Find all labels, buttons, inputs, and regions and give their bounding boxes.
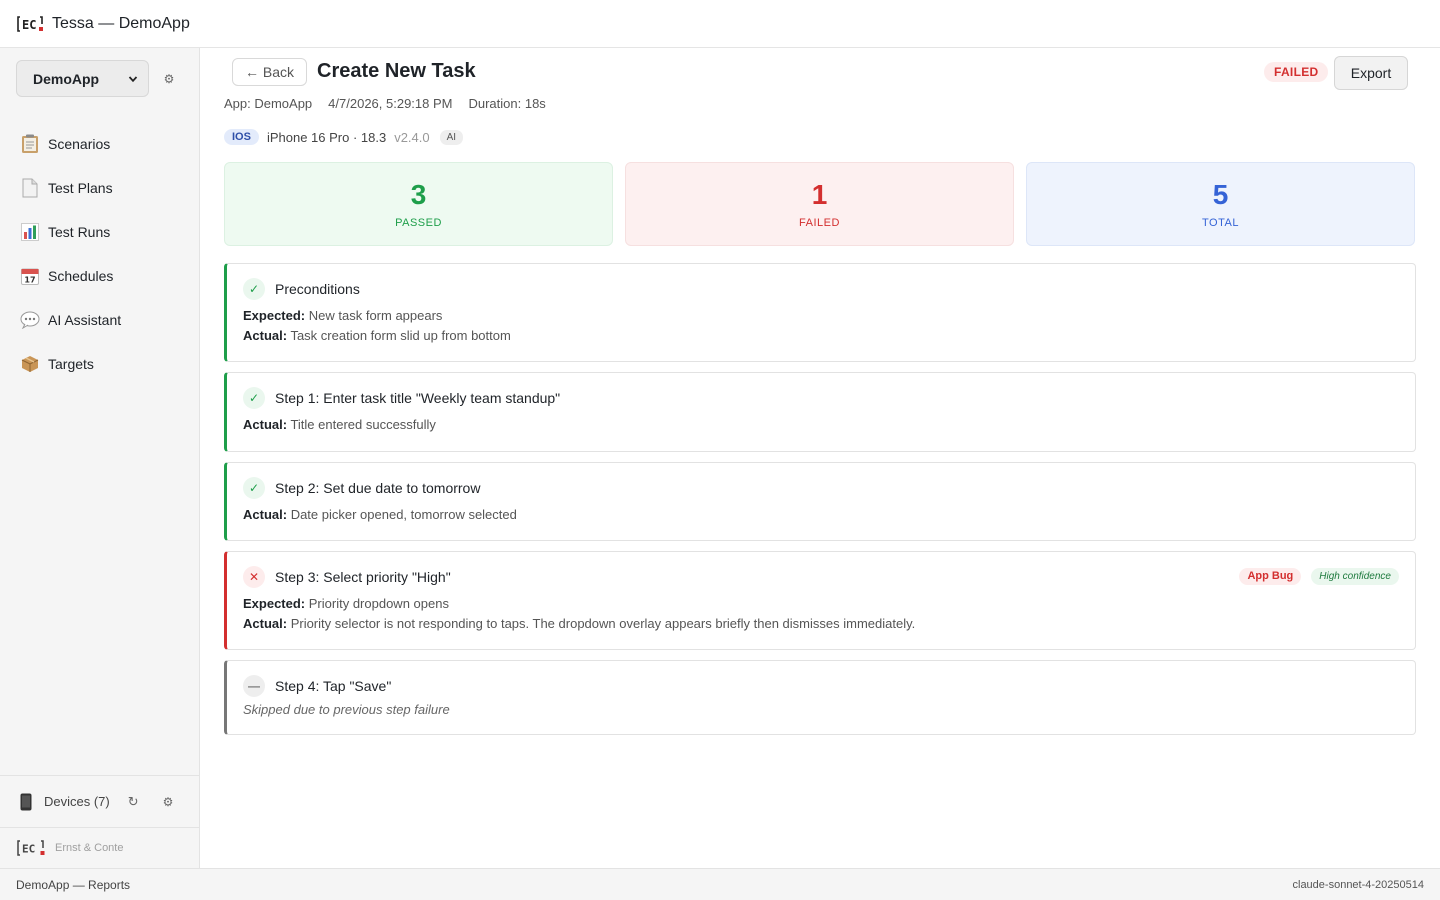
step-card: ✕ Step 3: Select priority "High" App Bug…: [224, 551, 1416, 650]
device-name: iPhone 16 Pro · 18.3: [266, 129, 387, 145]
sidebar-nav: Scenarios Test Plans Test Runs 17 Schedu…: [0, 122, 199, 386]
bar-chart-icon: [20, 222, 40, 242]
sidebar-item-schedules[interactable]: 17 Schedules: [0, 254, 199, 298]
status-bar-left: DemoApp — Reports: [16, 877, 131, 892]
stat-value: 5: [1212, 179, 1229, 210]
top-bar: EC Tessa — DemoApp: [0, 0, 1440, 48]
status-bar: DemoApp — Reports claude-sonnet-4-202505…: [0, 868, 1440, 900]
app-bug-badge: App Bug: [1239, 568, 1302, 585]
step-title: Step 3: Select priority "High": [275, 569, 451, 585]
step-expected: Expected: Priority dropdown opens: [243, 596, 449, 611]
stat-label: TOTAL: [1202, 217, 1239, 229]
devices-row: Devices (7) ↻ ⚙: [0, 776, 199, 828]
refresh-icon[interactable]: ↻: [128, 794, 139, 810]
model-label: claude-sonnet-4-20250514: [1292, 878, 1425, 891]
svg-text:EC: EC: [22, 18, 36, 32]
chevron-down-icon: [128, 74, 138, 84]
devices-settings-gear-icon[interactable]: ⚙: [163, 795, 174, 809]
step-badges: App Bug High confidence: [1239, 568, 1399, 585]
step-title: Step 1: Enter task title "Weekly team st…: [275, 390, 561, 406]
stat-label: PASSED: [395, 217, 442, 229]
svg-text:EC: EC: [22, 843, 35, 856]
stat-total: 5 TOTAL: [1026, 162, 1415, 246]
status-badge: FAILED: [1264, 62, 1329, 82]
footer-brand-label: Ernst & Conte: [55, 842, 124, 854]
package-icon: [20, 354, 40, 374]
check-icon: ✓: [243, 387, 265, 409]
stat-label: FAILED: [799, 217, 840, 229]
check-icon: ✓: [243, 477, 265, 499]
step-title: Step 2: Set due date to tomorrow: [275, 480, 481, 496]
document-icon: [20, 178, 40, 198]
app-select-row: DemoApp ⚙: [16, 60, 175, 97]
stat-passed: 3 PASSED: [224, 162, 613, 246]
devices-label[interactable]: Devices (7): [44, 794, 110, 809]
run-meta: App: DemoApp 4/7/2026, 5:29:18 PM Durati…: [224, 96, 546, 111]
back-button[interactable]: ← Back: [232, 58, 308, 86]
sidebar-item-label: Test Runs: [48, 224, 111, 240]
device-tags: IOS iPhone 16 Pro · 18.3 v2.4.0 AI: [224, 129, 464, 145]
sidebar-item-label: Scenarios: [48, 136, 111, 152]
platform-badge: IOS: [224, 129, 259, 145]
sidebar-footer: Devices (7) ↻ ⚙ EC Ernst & Conte: [0, 775, 199, 868]
confidence-badge: High confidence: [1311, 568, 1399, 585]
footer-brand: EC Ernst & Conte: [0, 828, 199, 868]
x-icon: ✕: [243, 566, 265, 588]
app-settings-gear-icon[interactable]: ⚙: [163, 72, 175, 86]
app-version: v2.4.0: [394, 129, 430, 145]
step-card: — Step 4: Tap "Save" Skipped due to prev…: [224, 660, 1416, 735]
ai-badge: AI: [439, 129, 464, 145]
page-title: Create New Task: [317, 60, 476, 82]
sidebar-item-ai-assistant[interactable]: AI Assistant: [0, 298, 199, 342]
sidebar-item-label: AI Assistant: [48, 312, 122, 328]
calendar-icon: 17: [20, 266, 40, 286]
check-icon: ✓: [243, 278, 265, 300]
step-list: ✓ Preconditions Expected: New task form …: [224, 263, 1416, 745]
ec-logo-icon: EC: [16, 839, 46, 857]
step-card: ✓ Step 2: Set due date to tomorrow Actua…: [224, 462, 1416, 541]
ec-logo-icon: EC: [16, 14, 44, 34]
stat-value: 1: [811, 179, 828, 210]
sidebar-item-scenarios[interactable]: Scenarios: [0, 122, 199, 166]
step-actual: Actual: Date picker opened, tomorrow sel…: [243, 507, 517, 522]
sidebar: DemoApp ⚙ Scenarios Test Plans Test Runs: [0, 48, 200, 868]
stat-failed: 1 FAILED: [625, 162, 1014, 246]
step-expected: Expected: New task form appears: [243, 308, 443, 323]
sidebar-item-label: Test Plans: [48, 180, 113, 196]
stats-summary: 3 PASSED 1 FAILED 5 TOTAL: [224, 162, 1415, 246]
sidebar-item-label: Schedules: [48, 268, 114, 284]
stat-value: 3: [410, 179, 427, 210]
meta-duration: Duration: 18s: [468, 96, 546, 111]
sidebar-item-label: Targets: [48, 356, 94, 372]
step-title: Step 4: Tap "Save": [275, 678, 392, 694]
sidebar-item-test-plans[interactable]: Test Plans: [0, 166, 199, 210]
step-actual: Actual: Title entered successfully: [243, 417, 436, 432]
meta-app: App: DemoApp: [224, 96, 313, 111]
speech-bubble-icon: [20, 310, 40, 330]
export-button[interactable]: Export: [1334, 56, 1408, 90]
step-card: ✓ Preconditions Expected: New task form …: [224, 263, 1416, 362]
sidebar-item-targets[interactable]: Targets: [0, 342, 199, 386]
svg-text:17: 17: [24, 276, 35, 285]
app-select[interactable]: DemoApp: [16, 60, 149, 97]
step-title: Preconditions: [275, 281, 360, 297]
meta-datetime: 4/7/2026, 5:29:18 PM: [328, 96, 453, 111]
minus-icon: —: [243, 675, 265, 697]
app-select-value: DemoApp: [33, 70, 100, 87]
skip-note: Skipped due to previous step failure: [243, 702, 450, 717]
step-actual: Actual: Task creation form slid up from …: [243, 328, 511, 343]
sidebar-item-test-runs[interactable]: Test Runs: [0, 210, 199, 254]
clipboard-icon: [20, 134, 40, 154]
mobile-phone-icon: [20, 793, 36, 811]
step-actual: Actual: Priority selector is not respond…: [243, 616, 916, 631]
main-content: ← Back Create New Task FAILED Export App…: [200, 48, 1440, 868]
step-card: ✓ Step 1: Enter task title "Weekly team …: [224, 372, 1416, 452]
app-title: Tessa — DemoApp: [52, 14, 190, 32]
